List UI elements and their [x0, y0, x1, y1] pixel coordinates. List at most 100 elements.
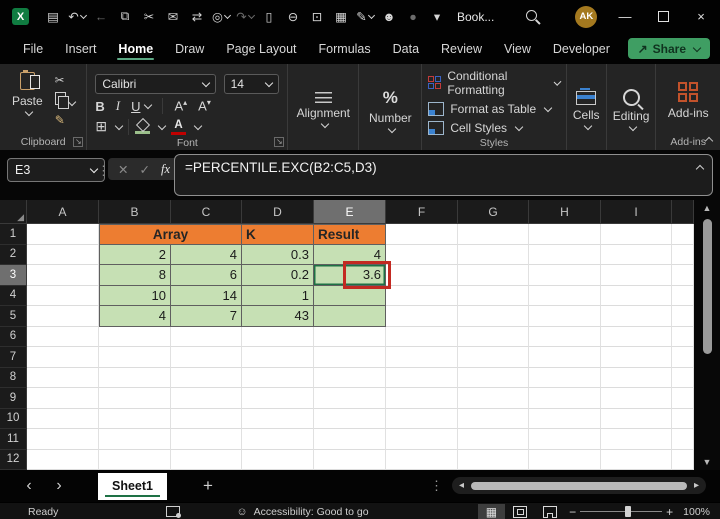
sheet-tab[interactable]: Sheet1	[98, 472, 167, 500]
cell-F12[interactable]	[386, 449, 458, 470]
camera-icon[interactable]: ⊡	[305, 9, 329, 24]
cell-F5[interactable]	[386, 306, 458, 327]
cell-D8[interactable]	[242, 367, 314, 388]
cell-G6[interactable]	[458, 326, 529, 347]
tab-view[interactable]: View	[493, 33, 542, 64]
cell-E9[interactable]	[314, 388, 386, 409]
cell-A4[interactable]	[27, 285, 99, 306]
cell-A8[interactable]	[27, 367, 99, 388]
cell-D5[interactable]: 43	[242, 306, 314, 327]
font-dialog-launcher-icon[interactable]: ↘	[274, 137, 285, 147]
tab-data[interactable]: Data	[382, 33, 430, 64]
scroll-down-icon[interactable]: ▼	[703, 457, 712, 467]
format-as-table-button[interactable]: Format as Table	[428, 102, 559, 116]
tab-formulas[interactable]: Formulas	[308, 33, 382, 64]
cell-A10[interactable]	[27, 408, 99, 429]
font-name-select[interactable]: Calibri	[95, 74, 216, 94]
decrease-font-button[interactable]: A▾	[198, 98, 211, 113]
cell-C11[interactable]	[171, 429, 242, 450]
column-header-A[interactable]: A	[27, 200, 99, 224]
cell-A7[interactable]	[27, 347, 99, 368]
font-color-button[interactable]: A	[171, 119, 187, 135]
back-arrow-icon[interactable]: ←	[89, 10, 113, 24]
cell-G10[interactable]	[458, 408, 529, 429]
column-header-F[interactable]: F	[386, 200, 458, 224]
cell-I9[interactable]	[601, 388, 672, 409]
tab-file[interactable]: File	[12, 33, 54, 64]
cell-partial-6[interactable]	[672, 326, 694, 347]
cell-B12[interactable]	[99, 449, 171, 470]
new-sheet-button[interactable]: +	[203, 476, 213, 496]
tab-home[interactable]: Home	[107, 33, 164, 64]
cell-E10[interactable]	[314, 408, 386, 429]
cell-B4[interactable]: 10	[99, 285, 171, 306]
bold-button[interactable]: B	[95, 99, 104, 114]
column-header-E[interactable]: E	[314, 200, 386, 224]
cell-partial-4[interactable]	[672, 285, 694, 306]
cell-A12[interactable]	[27, 449, 99, 470]
cell-B6[interactable]	[99, 326, 171, 347]
close-button[interactable]: ×	[682, 0, 720, 33]
cell-F6[interactable]	[386, 326, 458, 347]
draw-icon[interactable]: ✎	[353, 9, 377, 24]
normal-view-button[interactable]: ▦	[477, 503, 506, 519]
account-avatar[interactable]: AK	[575, 5, 598, 28]
alignment-group[interactable]: Alignment	[288, 64, 360, 150]
email-edit-icon[interactable]: ✉	[161, 9, 185, 24]
cell-F2[interactable]	[386, 244, 458, 265]
cell-I2[interactable]	[601, 244, 672, 265]
horizontal-scrollbar[interactable]: ◂ ▸	[452, 477, 706, 494]
underline-button[interactable]: U	[131, 99, 140, 114]
cell-B10[interactable]	[99, 408, 171, 429]
cell-G2[interactable]	[458, 244, 529, 265]
cell-B11[interactable]	[99, 429, 171, 450]
cell-C6[interactable]	[171, 326, 242, 347]
cell-I4[interactable]	[601, 285, 672, 306]
cell-G4[interactable]	[458, 285, 529, 306]
column-header-H[interactable]: H	[529, 200, 601, 224]
cell-A6[interactable]	[27, 326, 99, 347]
cell-H9[interactable]	[529, 388, 601, 409]
page-break-view-button[interactable]	[535, 505, 565, 519]
italic-button[interactable]: I	[116, 98, 120, 114]
cell-E3[interactable]: 3.6	[314, 261, 391, 288]
insert-function-icon[interactable]: fx	[161, 162, 170, 177]
cell-H7[interactable]	[529, 347, 601, 368]
addins-button[interactable]: Add-ins	[656, 69, 720, 133]
column-header-D[interactable]: D	[242, 200, 314, 224]
cell-H12[interactable]	[529, 449, 601, 470]
share-button[interactable]: ↗ Share	[627, 38, 710, 59]
cell-F8[interactable]	[386, 367, 458, 388]
row-header-8[interactable]: 8	[0, 367, 27, 388]
cell-H2[interactable]	[529, 244, 601, 265]
cell-E11[interactable]	[314, 429, 386, 450]
cell-C5[interactable]: 7	[171, 306, 242, 327]
cell-I3[interactable]	[601, 265, 672, 286]
row-header-10[interactable]: 10	[0, 408, 27, 429]
tab-page-layout[interactable]: Page Layout	[215, 33, 307, 64]
cell-B7[interactable]	[99, 347, 171, 368]
cell-D6[interactable]	[242, 326, 314, 347]
zoom-slider[interactable]	[580, 505, 663, 518]
borders-button[interactable]: ⊞	[95, 118, 107, 135]
cell-partial-12[interactable]	[672, 449, 694, 470]
cell-C9[interactable]	[171, 388, 242, 409]
previous-sheet-icon[interactable]: ‹	[14, 477, 44, 495]
cells-group[interactable]: Cells	[567, 64, 607, 150]
font-size-select[interactable]: 14	[223, 74, 280, 94]
cell-G7[interactable]	[458, 347, 529, 368]
cell-partial-11[interactable]	[672, 429, 694, 450]
zoom-level[interactable]: 100%	[683, 506, 710, 518]
cell-G3[interactable]	[458, 265, 529, 286]
cell-A9[interactable]	[27, 388, 99, 409]
minimize-button[interactable]: —	[606, 0, 644, 33]
cell-A5[interactable]	[27, 306, 99, 327]
touch-mode-icon[interactable]: ◎	[209, 9, 233, 24]
cell-F1[interactable]	[386, 224, 458, 245]
cell-B1[interactable]: Array	[99, 224, 242, 245]
cell-partial-2[interactable]	[672, 244, 694, 265]
enter-icon[interactable]: ✓	[139, 162, 149, 177]
macro-record-icon[interactable]	[166, 506, 182, 518]
row-header-11[interactable]: 11	[0, 429, 27, 450]
horizontal-scrollbar-thumb[interactable]	[471, 481, 687, 490]
